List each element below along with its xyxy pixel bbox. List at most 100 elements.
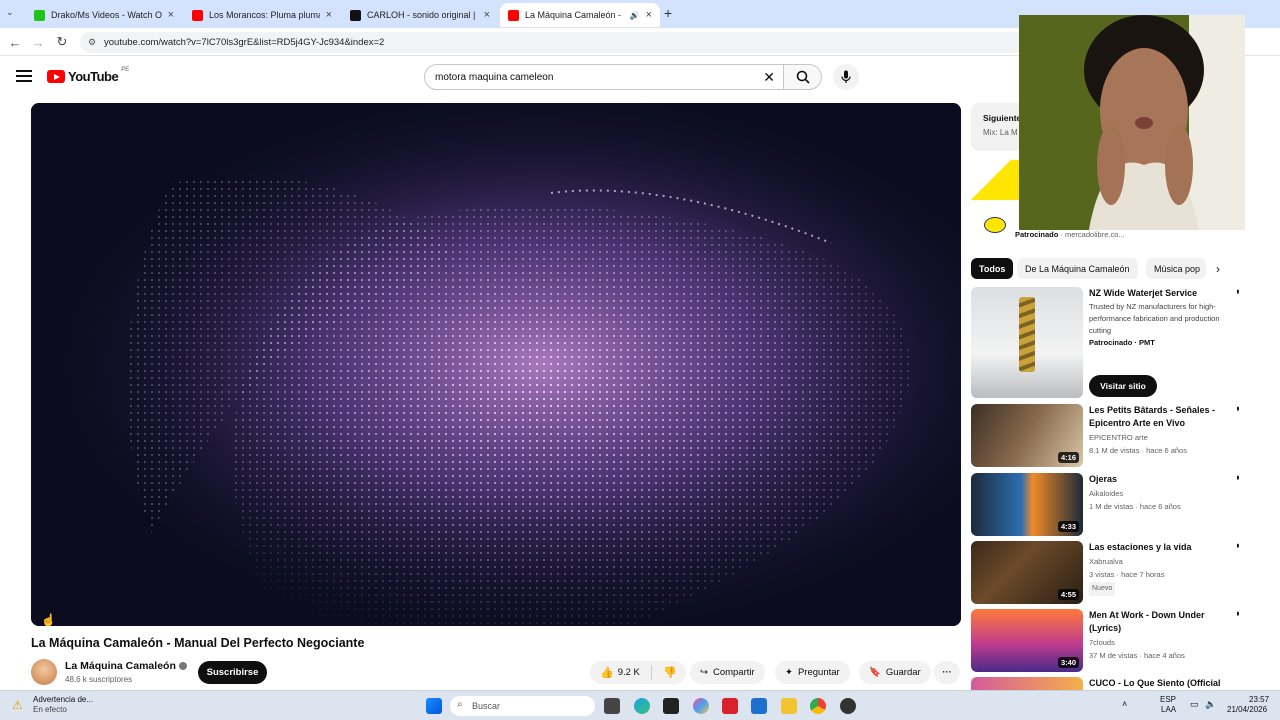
browser-tab[interactable]: Drako/Ms Videos - Watch On- × — [26, 3, 182, 27]
subscribe-button[interactable]: Suscribirse — [198, 661, 267, 684]
visit-site-button[interactable]: Visitar sitio — [1089, 375, 1157, 397]
search-value: motora maquina cameleon — [435, 71, 554, 83]
close-tab-icon[interactable]: × — [326, 9, 332, 21]
new-badge-row: Nuevo — [1089, 582, 1224, 596]
file-explorer-icon[interactable] — [781, 698, 797, 714]
more-options-icon[interactable]: ··· — [1231, 543, 1245, 546]
notice-title: Advertencia de... — [33, 695, 94, 704]
rec-title: Las estaciones y la vida — [1089, 542, 1192, 552]
channel-avatar[interactable] — [31, 659, 57, 685]
ask-button[interactable]: ✦ Preguntar — [775, 661, 850, 684]
recording-app-icon[interactable] — [840, 698, 856, 714]
search-input[interactable]: motora maquina cameleon ✕ — [424, 64, 784, 90]
browser-tab[interactable]: CARLOH - sonido original | Tik × — [342, 3, 498, 27]
video-thumbnail: 4:16 — [971, 404, 1083, 467]
video-player[interactable]: ☝ — [31, 103, 961, 626]
rec-channel: EPICENTRO arte — [1089, 433, 1148, 442]
rec-description: Trusted by NZ manufacturers for high-per… — [1089, 302, 1220, 335]
menu-icon[interactable] — [16, 70, 32, 82]
video-thumbnail: 4:33 — [971, 473, 1083, 536]
video-item[interactable]: 3:40 Men At Work - Down Under (Lyrics) 7… — [971, 609, 1245, 672]
video-item[interactable]: CUCO - Lo Que Siento (Official — [971, 677, 1241, 690]
browser-tab[interactable]: Los Morancos: Pluma pluma Ge × — [184, 3, 340, 27]
like-count: 9.2 K — [617, 667, 640, 678]
youtube-logo[interactable]: YouTube PE — [47, 67, 129, 84]
rec-stats: 3 vistas · hace 7 horas — [1089, 570, 1165, 579]
more-options-icon[interactable]: ··· — [1231, 475, 1245, 478]
like-button[interactable]: 👍 9.2 K — [590, 665, 652, 680]
more-options-icon[interactable]: ··· — [1231, 611, 1245, 614]
video-title: La Máquina Camaleón - Manual Del Perfect… — [31, 636, 365, 650]
chip-pop[interactable]: Música pop — [1146, 258, 1206, 279]
keyboard-lang[interactable]: ESP — [1160, 695, 1176, 704]
video-thumbnail — [971, 677, 1083, 690]
rec-title: Les Petits Bâtards - Señales - Epicentro… — [1089, 405, 1216, 428]
site-info-icon[interactable]: ⚙ — [88, 37, 99, 48]
copilot-icon[interactable] — [693, 698, 709, 714]
sparkle-icon: ✦ — [785, 667, 793, 678]
warning-icon[interactable]: ⚠ — [12, 698, 23, 712]
verified-badge-icon — [178, 662, 187, 670]
tab-title: CARLOH - sonido original | Tik — [367, 10, 478, 20]
save-button[interactable]: 🔖 Guardar — [859, 661, 931, 684]
chrome-icon[interactable] — [810, 698, 826, 714]
tiktok-favicon-icon — [350, 9, 361, 21]
close-tab-icon[interactable]: × — [646, 9, 652, 21]
clock-time[interactable]: 23:57 — [1249, 695, 1269, 704]
volume-icon[interactable]: 🔈 — [1205, 699, 1216, 710]
video-item[interactable]: 4:55 Las estaciones y la vida Xabrualva … — [971, 541, 1245, 604]
keyboard-lang-sub: LAA — [1161, 705, 1177, 714]
browser-tab-active[interactable]: La Máquina Camaleón - Ma 🔊 × — [500, 3, 660, 27]
webcam-overlay — [1019, 15, 1245, 230]
ad-thumbnail — [971, 287, 1083, 398]
taskbar-search-placeholder: Buscar — [472, 701, 501, 711]
chip-all[interactable]: Todos — [971, 258, 1014, 279]
video-duration: 4:55 — [1057, 589, 1079, 600]
like-dislike-group: 👍 9.2 K 👎 — [590, 661, 686, 684]
acrobat-icon[interactable] — [722, 698, 738, 714]
windows-taskbar: ⚠ Advertencia de... En efecto ⌕ Buscar ˄… — [0, 690, 1280, 720]
close-tab-icon[interactable]: × — [168, 9, 174, 21]
edge-icon[interactable] — [634, 698, 650, 714]
task-view-icon[interactable] — [604, 698, 620, 714]
more-options-icon[interactable]: ··· — [1231, 289, 1245, 292]
channel-name[interactable]: La Máquina Camaleón — [65, 660, 176, 672]
more-options-icon[interactable]: ··· — [1231, 406, 1245, 409]
close-tab-icon[interactable]: × — [484, 9, 490, 21]
widgets-icon[interactable] — [663, 698, 679, 714]
rec-channel: Xabrualva — [1089, 557, 1123, 566]
rec-stats: 37 M de vistas · hace 4 años — [1089, 651, 1185, 660]
taskbar-search-input[interactable]: ⌕ Buscar — [450, 696, 595, 716]
video-duration: 3:40 — [1057, 657, 1079, 668]
share-icon: ↪ — [700, 667, 708, 678]
chip-channel[interactable]: De La Máquina Camaleón — [1017, 258, 1138, 279]
mercadolibre-logo-icon — [984, 217, 1006, 233]
more-actions-button[interactable]: ··· — [934, 661, 960, 684]
chevron-right-icon[interactable]: › — [1216, 262, 1220, 276]
tray-chevron-icon[interactable]: ˄ — [1122, 699, 1127, 709]
store-icon[interactable] — [751, 698, 767, 714]
network-icon[interactable]: ▭ — [1190, 699, 1199, 710]
speaker-icon[interactable]: 🔊 — [630, 11, 640, 20]
forward-arrow-icon[interactable]: → — [29, 33, 47, 51]
channel-name-row[interactable]: La Máquina Camaleón — [65, 660, 187, 672]
rec-title: Ojeras — [1089, 474, 1118, 484]
clock-date[interactable]: 21/04/2026 — [1227, 705, 1267, 714]
back-arrow-icon[interactable]: ← — [6, 33, 24, 51]
video-item[interactable]: 4:33 Ojeras Aikaloides 1 M de vistas · h… — [971, 473, 1245, 536]
voice-search-button[interactable] — [833, 64, 859, 90]
rec-title: CUCO - Lo Que Siento (Official — [1089, 678, 1221, 688]
windows-start-icon[interactable] — [426, 698, 442, 714]
tab-title: Los Morancos: Pluma pluma Ge — [209, 10, 320, 20]
video-duration: 4:16 — [1057, 452, 1079, 463]
search-button[interactable] — [784, 64, 822, 90]
video-item[interactable]: 4:16 Les Petits Bâtards - Señales - Epic… — [971, 404, 1245, 467]
clear-search-icon[interactable]: ✕ — [763, 69, 775, 86]
tab-search-icon[interactable]: ⌄ — [6, 7, 14, 18]
dislike-button[interactable]: 👎 — [657, 666, 677, 679]
new-tab-button[interactable]: + — [664, 5, 672, 21]
reload-icon[interactable]: ↻ — [53, 33, 71, 51]
share-button[interactable]: ↪ Compartir — [690, 661, 765, 684]
youtube-favicon-icon — [508, 9, 519, 21]
mix-label: Mix: La M — [983, 128, 1018, 137]
